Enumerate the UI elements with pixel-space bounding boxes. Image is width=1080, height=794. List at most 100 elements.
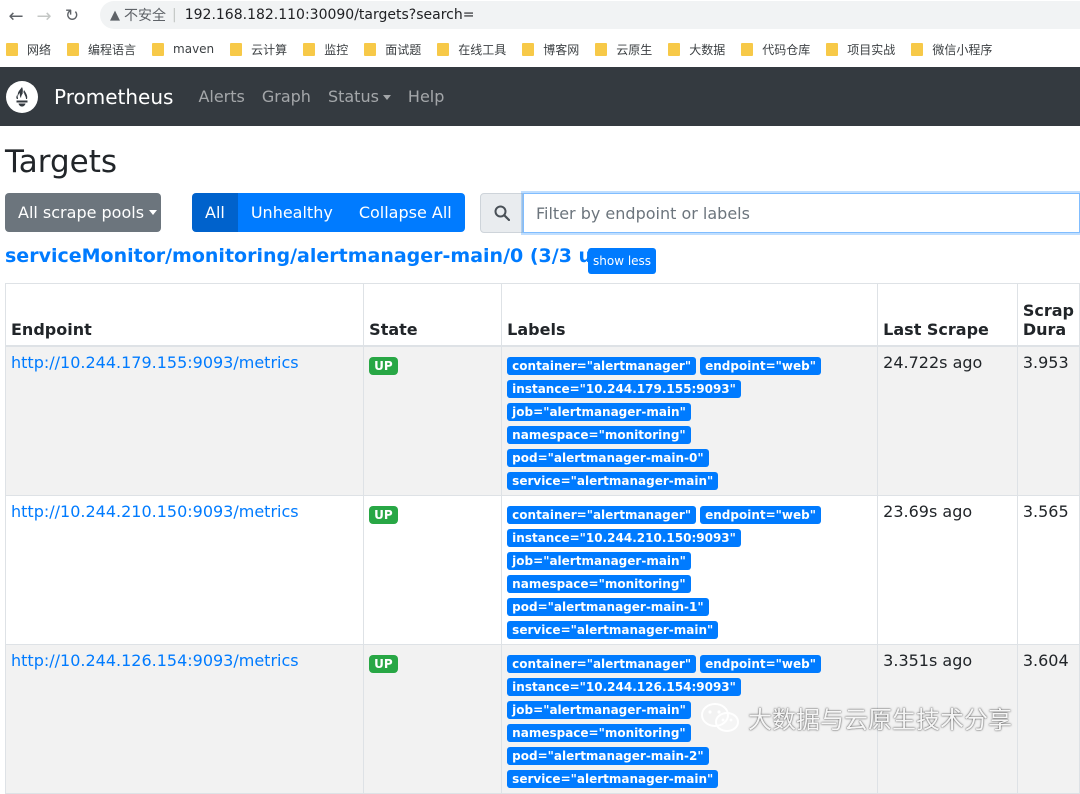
wechat-icon [701, 702, 739, 732]
last-scrape-cell: 23.69s ago [877, 494, 1018, 645]
url-text[interactable]: 192.168.182.110:30090/targets?search= [185, 7, 475, 23]
label-value: "alertmanager-main" [543, 404, 686, 419]
bookmark-label: maven [173, 42, 215, 56]
pool-header-link[interactable]: serviceMonitor/monitoring/alertmanager-m… [5, 245, 614, 267]
folder-icon [152, 42, 165, 56]
brand-title[interactable]: Prometheus [54, 85, 173, 109]
endpoint-link[interactable]: http://10.244.210.150:9093/metrics [11, 502, 299, 521]
col-endpoint: Endpoint [4, 283, 365, 347]
label-badge: pod="alertmanager-main-0" [507, 448, 709, 467]
bookmark-label: 编程语言 [88, 42, 137, 57]
label-key: instance [512, 530, 570, 545]
nav-help[interactable]: Help [408, 87, 444, 106]
bookmarks-bar: 网络 编程语言 maven 云计算 监控 面试题 在线工具 博客网 云原生 大数据 代码仓库 项目实战… [0, 34, 1080, 64]
bookmark-item[interactable]: 面试题 [364, 41, 421, 58]
nav-alerts[interactable]: Alerts [198, 87, 244, 106]
state-badge: UP [369, 356, 398, 375]
table-row: http://10.244.210.150:9093/metrics UP cont… [4, 494, 1080, 645]
state-cell: UP [363, 345, 503, 496]
nav-status[interactable]: Status [328, 87, 391, 106]
bookmark-label: 微信小程序 [932, 42, 993, 57]
folder-icon [67, 42, 80, 56]
folder-icon [741, 42, 754, 56]
bookmark-item[interactable]: 编程语言 [67, 41, 136, 58]
bookmark-item[interactable]: 云原生 [595, 41, 652, 58]
label-badge: instance="10.244.126.154:9093" [507, 677, 741, 696]
duration-cell: 3.953 [1016, 345, 1080, 496]
folder-icon [6, 42, 18, 56]
label-key: namespace [512, 427, 589, 442]
label-badge: service="alertmanager-main" [507, 620, 719, 639]
bookmark-item[interactable]: 博客网 [522, 41, 579, 58]
col-state: State [363, 283, 503, 347]
folder-icon [230, 42, 243, 56]
label-badge: pod="alertmanager-main-1" [507, 597, 709, 616]
label-value: "10.244.210.150:9093" [579, 530, 736, 545]
collapse-all-button[interactable]: Collapse All [345, 193, 465, 232]
endpoint-cell: http://10.244.210.150:9093/metrics [4, 494, 365, 645]
label-value: "alertmanager" [586, 507, 692, 522]
forward-arrow-icon[interactable]: → [30, 2, 58, 30]
nav-graph[interactable]: Graph [262, 87, 311, 106]
endpoint-cell: http://10.244.126.154:9093/metrics [4, 643, 365, 794]
bookmark-label: 云计算 [251, 42, 288, 57]
bookmark-item[interactable]: maven [152, 42, 214, 56]
separator: | [172, 7, 177, 23]
watermark-text: 大数据与云原生技术分享 [748, 706, 1012, 734]
labels-list: container="alertmanager" endpoint="web" in… [507, 353, 872, 495]
folder-icon [303, 42, 316, 56]
label-badge: service="alertmanager-main" [507, 769, 719, 788]
chevron-down-icon [382, 95, 391, 100]
label-value: "alertmanager-main-1" [547, 599, 704, 614]
watermark: 大数据与云原生技术分享 [700, 700, 1012, 735]
label-key: instance [512, 381, 570, 396]
prometheus-navbar: Prometheus Alerts Graph Status Help [0, 67, 1080, 126]
label-key: pod [512, 599, 538, 614]
reload-icon[interactable]: ↻ [58, 2, 86, 30]
label-badge: service="alertmanager-main" [507, 471, 719, 490]
label-value: "alertmanager-main" [570, 771, 714, 786]
bookmark-label: 项目实战 [847, 42, 896, 57]
label-key: pod [512, 450, 538, 465]
scrape-pools-dropdown[interactable]: All scrape pools [5, 193, 161, 232]
label-badge: endpoint="web" [700, 654, 821, 673]
state-cell: UP [363, 643, 503, 794]
label-key: job [512, 553, 534, 568]
bookmark-item[interactable]: 监控 [303, 41, 348, 58]
label-badge: job="alertmanager-main" [507, 402, 691, 421]
label-key: namespace [512, 576, 589, 591]
bookmark-item[interactable]: 大数据 [668, 41, 725, 58]
label-key: endpoint [705, 358, 766, 373]
search-input[interactable] [523, 193, 1080, 233]
bookmark-item[interactable]: 在线工具 [437, 41, 506, 58]
label-badge: job="alertmanager-main" [507, 700, 691, 719]
page-title: Targets [5, 144, 118, 180]
label-value: "alertmanager" [586, 656, 692, 671]
endpoint-link[interactable]: http://10.244.179.155:9093/metrics [11, 353, 299, 372]
folder-icon [595, 42, 608, 56]
prometheus-logo-icon[interactable] [6, 80, 38, 113]
back-arrow-icon[interactable]: ← [2, 2, 30, 30]
label-key: job [512, 702, 534, 717]
endpoint-link[interactable]: http://10.244.126.154:9093/metrics [11, 651, 299, 670]
bookmark-item[interactable]: 网络 [6, 41, 51, 58]
label-value: "monitoring" [598, 576, 686, 591]
label-key: service [512, 771, 561, 786]
bookmark-item[interactable]: 项目实战 [826, 41, 895, 58]
label-key: service [512, 473, 561, 488]
bookmark-item[interactable]: 代码仓库 [741, 41, 810, 58]
show-less-button[interactable]: show less [588, 248, 657, 274]
address-bar[interactable]: ▲ 不安全 | 192.168.182.110:30090/targets?se… [100, 1, 1080, 29]
filter-unhealthy-button[interactable]: Unhealthy [237, 193, 346, 232]
folder-icon [668, 42, 681, 56]
nav-status-label: Status [327, 87, 379, 106]
bookmark-item[interactable]: 云计算 [230, 41, 287, 58]
label-badge: endpoint="web" [700, 505, 821, 524]
label-value: "monitoring" [598, 725, 686, 740]
insecure-label: 不安全 [124, 8, 166, 24]
bookmark-label: 网络 [27, 42, 52, 57]
label-badge: container="alertmanager" [507, 505, 697, 524]
folder-icon [911, 42, 924, 56]
filter-all-button[interactable]: All [192, 193, 238, 232]
bookmark-item[interactable]: 微信小程序 [911, 41, 992, 58]
